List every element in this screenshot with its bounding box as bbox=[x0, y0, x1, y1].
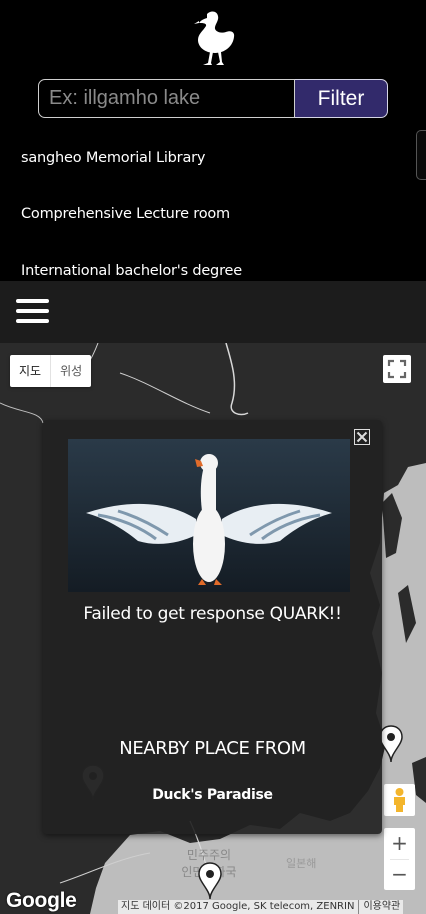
fullscreen-button[interactable] bbox=[383, 355, 411, 383]
zoom-controls: + − bbox=[384, 828, 415, 890]
map-type-map-button[interactable]: 지도 bbox=[10, 355, 50, 387]
terms-link[interactable]: 이용약관 bbox=[358, 900, 400, 914]
google-logo[interactable]: Google bbox=[6, 889, 77, 913]
duck-logo-icon bbox=[194, 11, 235, 65]
info-window: Failed to get response QUARK!! NEARBY PL… bbox=[43, 420, 382, 834]
zoom-divider bbox=[390, 859, 409, 860]
pegman-icon bbox=[394, 788, 405, 812]
list-item[interactable]: Comprehensive Lecture room bbox=[21, 206, 230, 222]
error-message: Failed to get response QUARK!! bbox=[83, 604, 342, 624]
navbar bbox=[0, 281, 426, 343]
zoom-in-button[interactable]: + bbox=[384, 828, 415, 859]
sea-label: 일본해 bbox=[286, 857, 317, 870]
map-attribution: 지도 데이터 ©2017 Google, SK telecom, ZENRIN … bbox=[118, 900, 404, 914]
filter-button[interactable]: Filter bbox=[295, 79, 388, 118]
zoom-out-button[interactable]: − bbox=[384, 859, 415, 890]
list-item[interactable]: International bachelor's degree bbox=[21, 263, 242, 279]
search-input[interactable] bbox=[38, 79, 295, 118]
map[interactable]: 민주주의 인민공화국 일본해 지도 위성 + − bbox=[0, 343, 426, 914]
header: Filter sangheo Memorial Library Comprehe… bbox=[0, 0, 426, 281]
map-marker-icon[interactable] bbox=[198, 862, 222, 900]
list-item[interactable]: sangheo Memorial Library bbox=[21, 150, 205, 166]
nearby-place-link[interactable]: Duck's Paradise bbox=[43, 787, 382, 803]
search-bar: Filter bbox=[38, 79, 388, 118]
nearby-heading: NEARBY PLACE FROM bbox=[119, 738, 306, 759]
duck-photo-image bbox=[68, 439, 350, 592]
hamburger-icon[interactable] bbox=[16, 295, 49, 328]
attribution-text: 지도 데이터 ©2017 Google, SK telecom, ZENRIN bbox=[121, 901, 355, 912]
map-type-control: 지도 위성 bbox=[10, 355, 92, 387]
street-view-button[interactable] bbox=[384, 784, 415, 816]
close-icon[interactable] bbox=[354, 429, 370, 445]
map-marker-icon[interactable] bbox=[379, 725, 403, 763]
list-scrollbar[interactable] bbox=[416, 130, 426, 180]
map-type-satellite-button[interactable]: 위성 bbox=[50, 355, 91, 387]
duck-photo bbox=[68, 439, 350, 592]
fullscreen-icon bbox=[387, 359, 407, 379]
